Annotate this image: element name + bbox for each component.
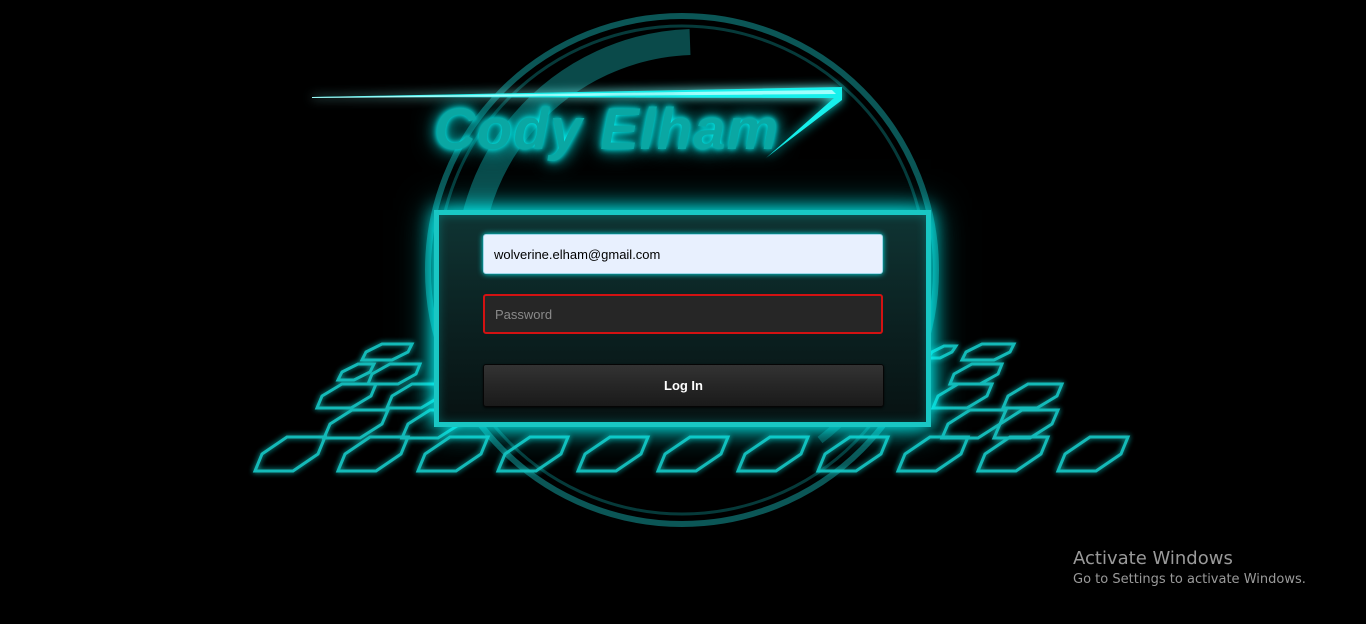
password-field[interactable] [483,294,883,334]
activate-windows-watermark: Activate Windows Go to Settings to activ… [1073,548,1306,590]
login-page: Cody Elham Log In Activate Windows Go to… [0,0,1366,624]
login-form: Log In [434,210,931,427]
login-button[interactable]: Log In [483,364,884,407]
email-field[interactable] [483,234,883,274]
watermark-title: Activate Windows [1073,548,1233,569]
site-logo: Cody Elham [434,97,780,162]
watermark-subtitle: Go to Settings to activate Windows. [1073,572,1306,587]
